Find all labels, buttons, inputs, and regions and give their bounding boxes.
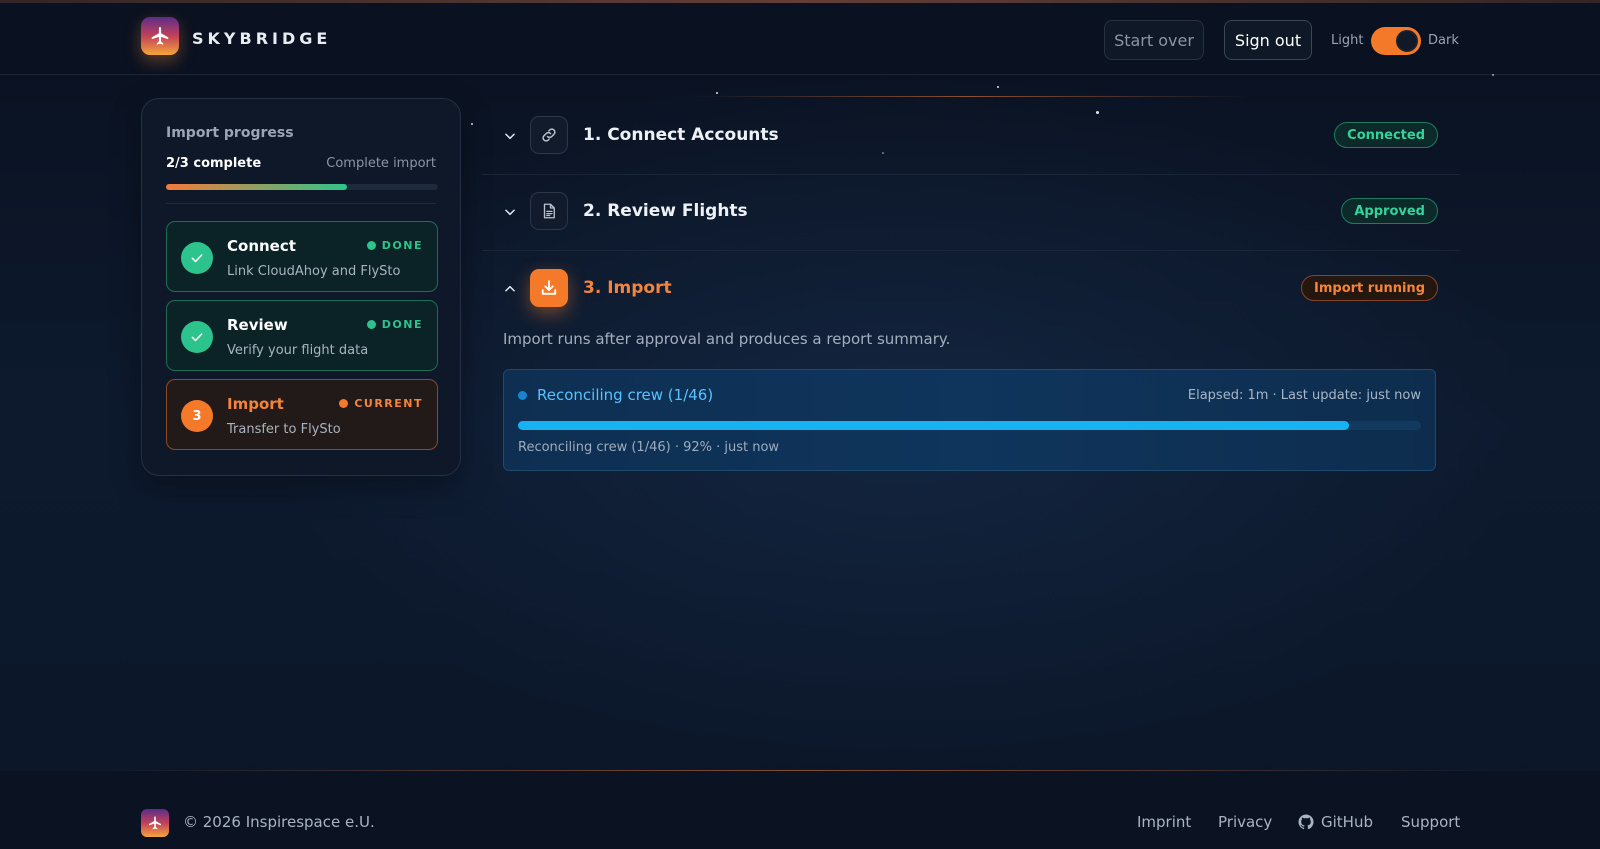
document-icon bbox=[543, 203, 555, 219]
section-title: 2. Review Flights bbox=[583, 201, 748, 221]
link-icon bbox=[542, 128, 556, 142]
complete-import-link[interactable]: Complete import bbox=[326, 156, 436, 171]
status-dot bbox=[339, 399, 349, 408]
step-description: Transfer to FlySto bbox=[227, 422, 341, 437]
footer-link-imprint[interactable]: Imprint bbox=[1137, 813, 1191, 831]
progress-title: Import progress bbox=[166, 125, 294, 141]
job-progress-fill bbox=[518, 421, 1349, 430]
decorative-star bbox=[471, 123, 473, 125]
theme-toggle-knob bbox=[1396, 30, 1418, 52]
step-name: Connect bbox=[227, 237, 296, 255]
step-status-tag: DONE bbox=[366, 239, 423, 252]
chevron-down-icon[interactable] bbox=[503, 205, 517, 219]
footer-link-support[interactable]: Support bbox=[1401, 813, 1460, 831]
step-review[interactable]: Review Verify your flight data DONE bbox=[166, 300, 438, 371]
step-status-badge bbox=[181, 242, 213, 274]
chevron-down-icon[interactable] bbox=[503, 129, 517, 143]
status-dot bbox=[366, 241, 376, 250]
progress-count: 2/3 complete bbox=[166, 156, 262, 171]
job-subtitle: Reconciling crew (1/46) · 92% · just now bbox=[518, 440, 780, 455]
step-name: Import bbox=[227, 395, 284, 413]
theme-light-label: Light bbox=[1331, 33, 1364, 48]
status-dot bbox=[366, 320, 376, 329]
copyright-text: © 2026 Inspirespace e.U. bbox=[183, 813, 375, 831]
status-badge: Import running bbox=[1301, 275, 1438, 301]
check-icon bbox=[191, 333, 203, 342]
import-progress-card: Import progress 2/3 complete Complete im… bbox=[141, 98, 461, 476]
step-name: Review bbox=[227, 316, 288, 334]
start-over-button[interactable]: Start over bbox=[1104, 20, 1204, 60]
step-status-tag: CURRENT bbox=[339, 397, 423, 410]
section-icon bbox=[530, 269, 568, 307]
step-status-label: DONE bbox=[381, 239, 423, 252]
app-header: SKYBRIDGE Start over Sign out Light Dark bbox=[0, 3, 1600, 75]
decorative-star bbox=[1492, 74, 1494, 76]
decorative-star bbox=[716, 92, 718, 94]
theme-toggle[interactable] bbox=[1371, 27, 1421, 55]
import-job-card: Reconciling crew (1/46) Elapsed: 1m · La… bbox=[503, 369, 1436, 471]
airplane-icon bbox=[149, 816, 161, 830]
chevron-up-icon[interactable] bbox=[503, 282, 517, 296]
step-status-badge bbox=[181, 321, 213, 353]
section-title: 1. Connect Accounts bbox=[583, 125, 779, 145]
github-link-label: GitHub bbox=[1321, 813, 1373, 831]
step-connect[interactable]: Connect Link CloudAhoy and FlySto DONE bbox=[166, 221, 438, 292]
decorative-divider bbox=[690, 96, 1250, 97]
github-icon bbox=[1298, 814, 1314, 830]
section-import[interactable]: 3. Import Import running bbox=[482, 252, 1460, 328]
step-status-label: DONE bbox=[381, 318, 423, 331]
section-connect-accounts[interactable]: 1. Connect Accounts Connected bbox=[482, 99, 1460, 175]
app-footer bbox=[0, 771, 1600, 849]
divider bbox=[166, 203, 436, 204]
import-description: Import runs after approval and produces … bbox=[503, 330, 951, 348]
job-meta: Elapsed: 1m · Last update: just now bbox=[1187, 388, 1421, 403]
footer-link-github[interactable]: GitHub bbox=[1297, 813, 1373, 831]
status-badge: Approved bbox=[1341, 198, 1438, 224]
section-review-flights[interactable]: 2. Review Flights Approved bbox=[482, 175, 1460, 251]
job-progress-bar bbox=[518, 421, 1421, 430]
brand-logo[interactable] bbox=[141, 17, 179, 55]
step-number-badge: 3 bbox=[181, 400, 213, 432]
step-status-tag: DONE bbox=[366, 318, 423, 331]
section-icon bbox=[530, 116, 568, 154]
airplane-icon bbox=[151, 26, 169, 45]
download-icon bbox=[541, 280, 557, 295]
section-title: 3. Import bbox=[583, 278, 672, 298]
job-title: Reconciling crew (1/46) bbox=[537, 386, 714, 404]
step-status-label: CURRENT bbox=[354, 397, 423, 410]
check-icon bbox=[191, 254, 203, 263]
step-description: Verify your flight data bbox=[227, 343, 369, 358]
section-icon bbox=[530, 192, 568, 230]
theme-dark-label: Dark bbox=[1428, 33, 1459, 48]
job-status-dot bbox=[518, 391, 527, 400]
footer-logo bbox=[141, 809, 169, 837]
step-description: Link CloudAhoy and FlySto bbox=[227, 264, 401, 279]
status-badge: Connected bbox=[1334, 122, 1438, 148]
progress-bar bbox=[166, 184, 438, 190]
progress-bar-fill bbox=[166, 184, 348, 190]
footer-link-privacy[interactable]: Privacy bbox=[1218, 813, 1272, 831]
step-import[interactable]: 3 Import Transfer to FlySto CURRENT bbox=[166, 379, 438, 450]
decorative-star bbox=[997, 86, 999, 88]
brand-name: SKYBRIDGE bbox=[192, 29, 332, 48]
sign-out-button[interactable]: Sign out bbox=[1224, 20, 1312, 60]
